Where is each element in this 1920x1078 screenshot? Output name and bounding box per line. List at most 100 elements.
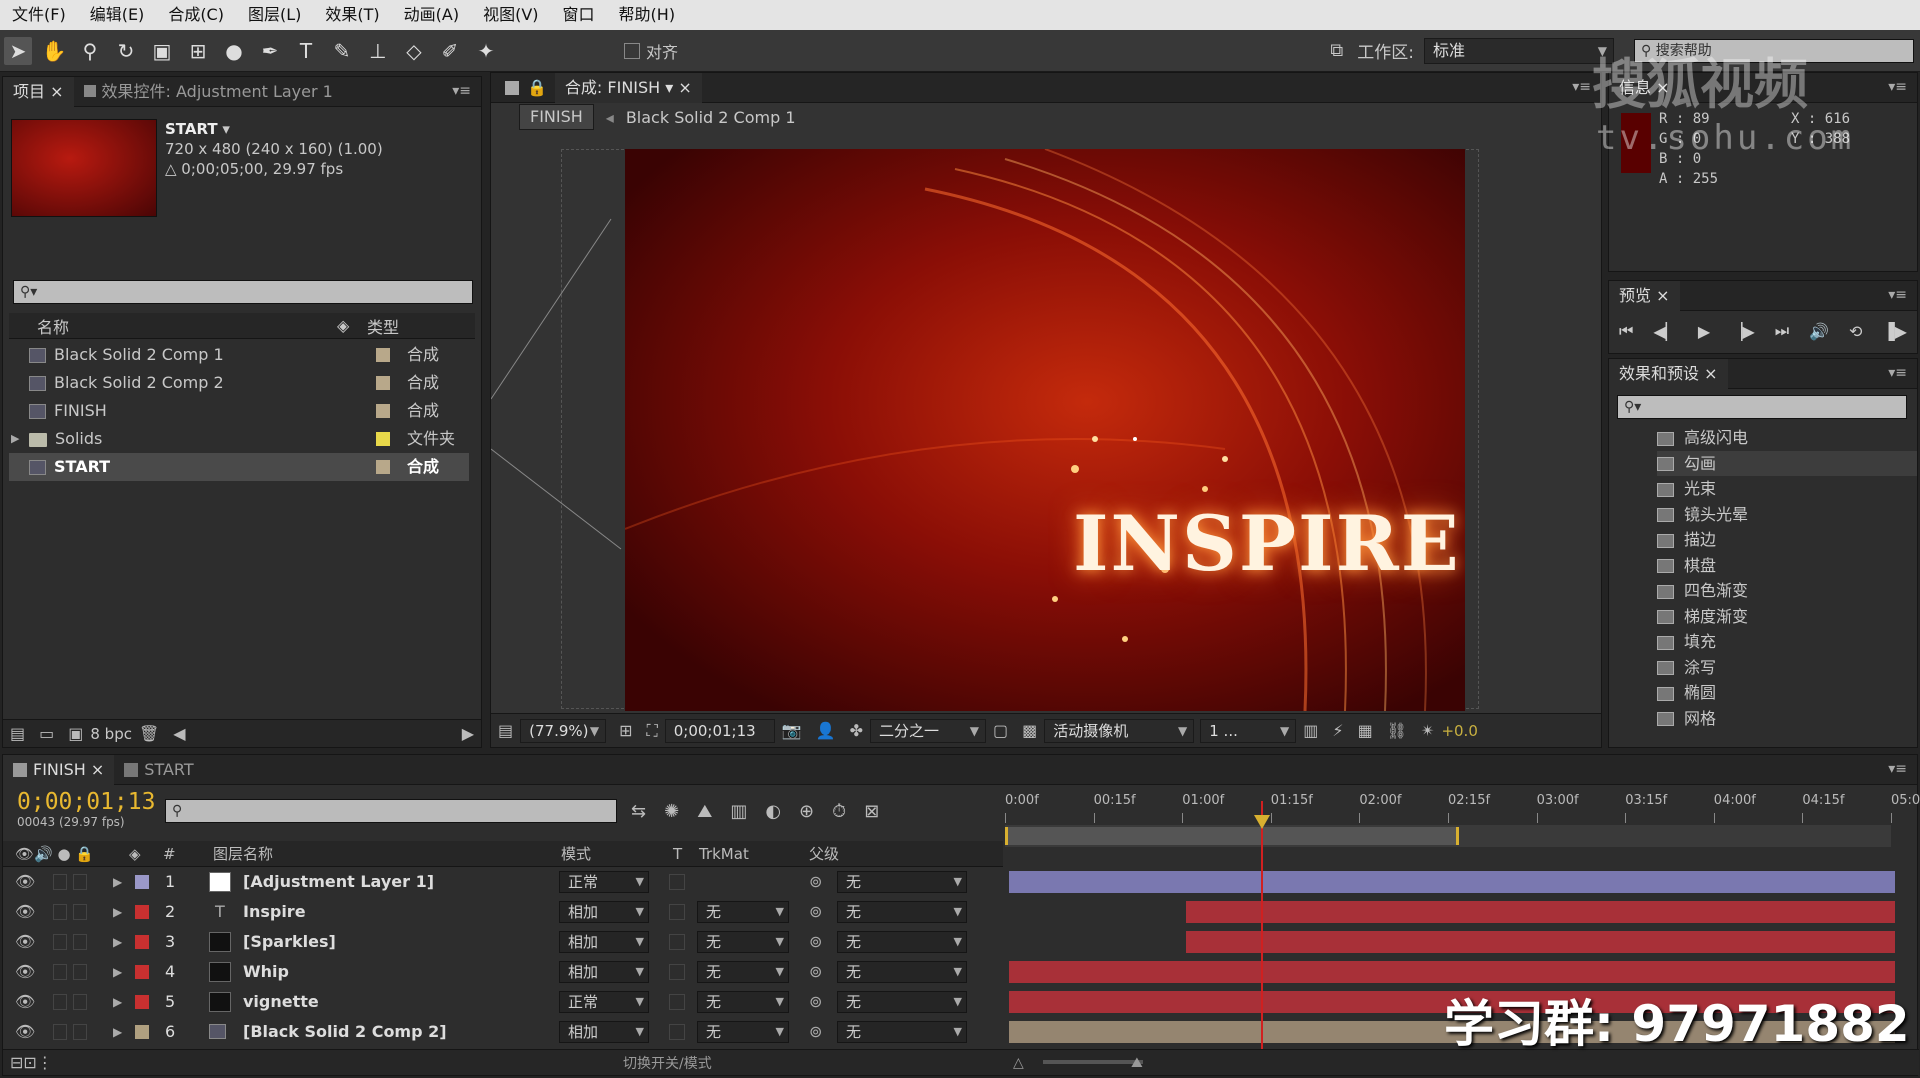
- parent-select[interactable]: 无 ▼: [837, 961, 967, 983]
- trkmat-select[interactable]: 无 ▼: [697, 1021, 789, 1043]
- trash-icon[interactable]: 🗑: [139, 724, 159, 743]
- selected-item-name[interactable]: START ▾: [165, 119, 383, 139]
- lock-switch[interactable]: [73, 1024, 87, 1040]
- timeline-icon[interactable]: ▦: [1358, 721, 1373, 740]
- new-composition-icon[interactable]: ▣: [68, 724, 83, 743]
- solo-switch[interactable]: [53, 994, 67, 1010]
- next-frame-icon[interactable]: ▕▶: [1730, 322, 1755, 341]
- panel-menu-icon[interactable]: ▾≡: [452, 83, 471, 99]
- visibility-eye-icon[interactable]: 👁: [15, 987, 35, 1017]
- layer-duration-bar[interactable]: [1009, 961, 1895, 983]
- camera-select[interactable]: 活动摄像机 ▼: [1044, 718, 1195, 743]
- menu-item-6[interactable]: 视图(V): [471, 0, 550, 30]
- draft-3d-icon[interactable]: ✺: [664, 801, 679, 822]
- interpret-footage-icon[interactable]: ▤: [10, 724, 25, 743]
- audio-icon[interactable]: 🔊: [1809, 322, 1829, 341]
- layer-mode-select[interactable]: 正常 ▼: [559, 991, 649, 1013]
- frame-blending-icon[interactable]: ▥: [730, 801, 747, 822]
- tab-timeline-finish[interactable]: FINISH ×: [3, 754, 115, 785]
- parent-pickwhip-icon[interactable]: ⊚: [809, 867, 822, 897]
- loop-icon[interactable]: ⟲: [1849, 322, 1862, 341]
- parent-select[interactable]: 无 ▼: [837, 871, 967, 893]
- puppet-pin-tool-icon[interactable]: ✦: [472, 37, 500, 65]
- solo-switch[interactable]: [53, 904, 67, 920]
- reset-exposure-icon[interactable]: ✴: [1421, 721, 1434, 740]
- workspace-icon[interactable]: ⧉: [1330, 40, 1343, 61]
- effect-item[interactable]: 勾画: [1657, 450, 1917, 476]
- clone-stamp-tool-icon[interactable]: ⊥: [364, 37, 392, 65]
- layer-mode-select[interactable]: 相加 ▼: [559, 931, 649, 953]
- zoom-select[interactable]: (77.9%) ▼: [520, 718, 607, 743]
- ellipse-tool-icon[interactable]: ●: [220, 37, 248, 65]
- lock-switch[interactable]: [73, 904, 87, 920]
- label-color-swatch[interactable]: [376, 376, 390, 390]
- effects-search-input[interactable]: ⚲▾: [1617, 395, 1907, 419]
- zoom-tool-icon[interactable]: ⚲: [76, 37, 104, 65]
- label-color-swatch[interactable]: [376, 348, 390, 362]
- tab-preview[interactable]: 预览 ×: [1609, 280, 1680, 311]
- layer-label-swatch[interactable]: [135, 935, 149, 949]
- preserve-transparency-checkbox[interactable]: [669, 994, 685, 1010]
- auto-keyframe-icon[interactable]: ⏱: [832, 801, 846, 822]
- menu-item-1[interactable]: 编辑(E): [78, 0, 157, 30]
- new-folder-icon[interactable]: ▭: [39, 724, 54, 743]
- layer-duration-bar[interactable]: [1009, 871, 1895, 893]
- region-of-interest-icon[interactable]: ▢: [993, 721, 1008, 740]
- layer-label-swatch[interactable]: [135, 1025, 149, 1039]
- breadcrumb-current[interactable]: Black Solid 2 Comp 1: [626, 108, 796, 127]
- layer-label-swatch[interactable]: [135, 875, 149, 889]
- first-frame-icon[interactable]: ⏮: [1619, 321, 1633, 341]
- layer-duration-bar[interactable]: [1186, 901, 1895, 923]
- panel-menu-icon[interactable]: ▾≡: [1888, 761, 1907, 777]
- parent-select[interactable]: 无 ▼: [837, 991, 967, 1013]
- layer-row[interactable]: 👁 ▶ 4 Whip 相加 ▼ 无 ▼ ⊚ 无 ▼: [3, 957, 1919, 987]
- parent-select[interactable]: 无 ▼: [837, 1021, 967, 1043]
- hand-tool-icon[interactable]: ✋: [40, 37, 68, 65]
- play-icon[interactable]: ▶: [1698, 322, 1710, 341]
- flowchart-icon[interactable]: ⛓: [1387, 721, 1407, 740]
- lock-switch[interactable]: [73, 934, 87, 950]
- column-type[interactable]: 类型: [367, 314, 399, 338]
- scroll-left-icon[interactable]: ◀: [173, 724, 185, 743]
- visibility-eye-icon[interactable]: 👁: [15, 1017, 35, 1047]
- expand-arrow-icon[interactable]: ▶: [113, 927, 122, 957]
- previous-frame-icon[interactable]: ◀▏: [1653, 322, 1678, 341]
- trkmat-select[interactable]: 无 ▼: [697, 901, 789, 923]
- label-color-swatch[interactable]: [376, 404, 390, 418]
- view-layout-select[interactable]: 1 ... ▼: [1200, 718, 1297, 743]
- work-area-bar[interactable]: [1005, 827, 1459, 845]
- fast-previews-icon[interactable]: ⚡: [1332, 721, 1343, 740]
- effect-item[interactable]: 涂写: [1657, 655, 1917, 681]
- panel-menu-icon[interactable]: ▾≡: [1888, 287, 1907, 303]
- visibility-eye-icon[interactable]: 👁: [15, 867, 35, 897]
- brainstorm-icon[interactable]: ⊕: [799, 801, 814, 822]
- layer-mode-select[interactable]: 相加 ▼: [559, 1021, 649, 1043]
- label-color-swatch[interactable]: [376, 460, 390, 474]
- tab-effect-controls[interactable]: 效果控件: Adjustment Layer 1: [74, 77, 343, 107]
- menu-item-7[interactable]: 窗口: [551, 0, 607, 30]
- parent-pickwhip-icon[interactable]: ⊚: [809, 987, 822, 1017]
- layer-label-swatch[interactable]: [135, 965, 149, 979]
- effect-item[interactable]: 光束: [1657, 476, 1917, 502]
- layer-name[interactable]: [Black Solid 2 Comp 2]: [243, 1017, 447, 1047]
- comp-mini-flowchart-icon[interactable]: ⇆: [631, 801, 646, 822]
- text-tool-icon[interactable]: T: [292, 37, 320, 65]
- visibility-eye-icon[interactable]: 👁: [15, 927, 35, 957]
- trkmat-select[interactable]: 无 ▼: [697, 991, 789, 1013]
- effect-item[interactable]: 描边: [1657, 527, 1917, 553]
- breadcrumb-finish[interactable]: FINISH: [519, 104, 594, 130]
- snapshot-icon[interactable]: 📷: [782, 721, 802, 740]
- preserve-transparency-checkbox[interactable]: [669, 874, 685, 890]
- toggle-switches-modes[interactable]: 切换开关/模式: [623, 1053, 712, 1073]
- show-snapshot-icon[interactable]: 👤: [816, 721, 836, 740]
- solo-switch[interactable]: [53, 964, 67, 980]
- expand-arrow-icon[interactable]: ▶: [113, 957, 122, 987]
- trkmat-select[interactable]: 无 ▼: [697, 961, 789, 983]
- time-ruler[interactable]: 0:00f 00:15f 01:00f 01:15f 02:00f 02:15f 03:00…: [1003, 791, 1920, 847]
- column-trkmat[interactable]: TrkMat: [699, 845, 749, 863]
- effect-item[interactable]: 填充: [1657, 629, 1917, 655]
- hide-shy-layers-icon[interactable]: ⛰: [697, 801, 712, 822]
- roto-brush-tool-icon[interactable]: ✐: [436, 37, 464, 65]
- layer-name[interactable]: [Adjustment Layer 1]: [243, 867, 434, 897]
- channel-icon[interactable]: ✤: [850, 721, 863, 740]
